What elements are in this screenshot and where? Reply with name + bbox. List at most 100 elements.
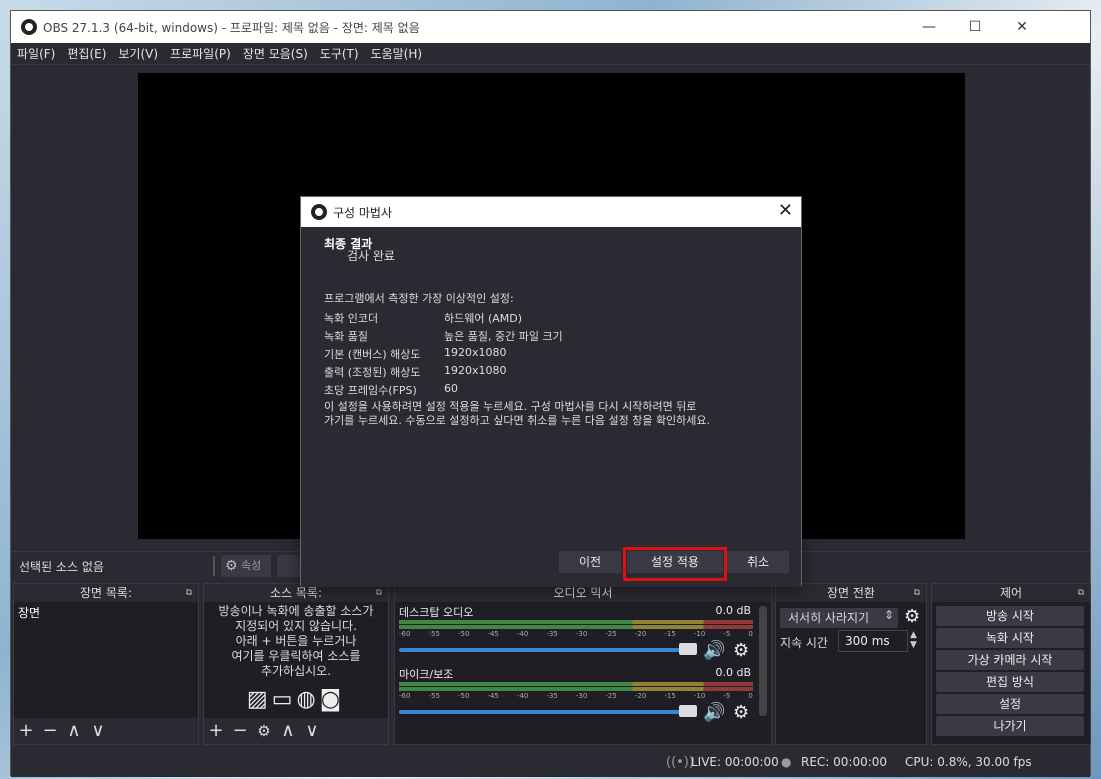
live-icon: ((•)) <box>666 755 694 770</box>
setting-value: 1920x1080 <box>444 364 507 377</box>
gear-icon[interactable]: ⚙ <box>733 640 749 661</box>
add-source-icon[interactable]: + <box>204 718 228 744</box>
scale-tick: 0 <box>748 692 753 700</box>
obs-logo-icon <box>311 204 327 220</box>
empty-line: 아래 + 버튼을 누르거나 <box>235 634 357 648</box>
float-dock-icon[interactable]: ⧉ <box>914 584 920 602</box>
meter-scale: -60 -55 -50 -45 -40 -35 -30 -25 -20 -15 -10 -5 0 <box>399 630 753 638</box>
wizard-note: 이 설정을 사용하려면 설정 적용을 누르세요. 구성 마법사를 다시 시작하려… <box>324 400 784 428</box>
menu-file[interactable]: 파일(F) <box>11 43 61 65</box>
move-down-icon[interactable]: ∨ <box>86 718 110 744</box>
scene-list-item[interactable]: 장면 <box>14 602 198 623</box>
channel-db: 0.0 dB <box>715 666 751 679</box>
speaker-icon[interactable]: 🔊 <box>703 702 725 723</box>
channel-name: 마이크/보조 <box>399 668 454 681</box>
cancel-button[interactable]: 취소 <box>727 551 789 573</box>
note-line: 가기를 누르세요. 수동으로 설정하고 싶다면 취소를 누른 다음 설정 창을 … <box>324 414 711 427</box>
menu-profile[interactable]: 프로파일(P) <box>164 43 237 65</box>
setting-value: 하드웨어 (AMD) <box>444 312 523 325</box>
cpu-status: CPU: 0.8%, 30.00 fps <box>905 755 1032 769</box>
level-meter <box>399 625 753 629</box>
result-subheading: 검사 완료 <box>347 249 395 263</box>
fader-handle[interactable] <box>679 643 697 655</box>
menu-scene-collection[interactable]: 장면 모음(S) <box>237 43 314 65</box>
sources-empty-message: 방송이나 녹화에 송출할 소스가 지정되어 있지 않습니다. 아래 + 버튼을 … <box>204 602 388 679</box>
scale-tick: -60 <box>399 630 411 638</box>
mixer-channel-mic: 마이크/보조 0.0 dB -60 -55 -50 -45 -40 -35 -30 -25 -2… <box>399 666 755 726</box>
gear-icon[interactable]: ⚙ <box>904 606 920 627</box>
scale-tick: -5 <box>723 630 731 638</box>
scale-tick: -40 <box>516 630 529 638</box>
transition-select[interactable]: 서서히 사라지기 <box>780 608 898 628</box>
minimize-window-button[interactable]: — <box>906 11 952 43</box>
add-scene-icon[interactable]: + <box>14 718 38 744</box>
exit-button[interactable]: 나가기 <box>936 716 1084 736</box>
controls-dock-title: 제어 <box>999 586 1023 600</box>
setting-label: 기본 (캔버스) 해상도 <box>324 348 421 361</box>
close-window-button[interactable]: ✕ <box>998 11 1046 43</box>
window-title: OBS 27.1.3 (64-bit, windows) - 프로파일: 제목 … <box>43 21 420 35</box>
note-line: 이 설정을 사용하려면 설정 적용을 누르세요. 구성 마법사를 다시 시작하려… <box>324 400 697 413</box>
setting-row: 초당 프레임수(FPS) 60 <box>324 382 458 398</box>
menu-bar: 파일(F) 편집(E) 보기(V) 프로파일(P) 장면 모음(S) 도구(T) 도움말(H… <box>11 43 1090 65</box>
setting-label: 녹화 인코더 <box>324 312 379 325</box>
scenes-dock-header: 장면 목록: ⧉ <box>14 584 198 602</box>
maximize-window-button[interactable]: ☐ <box>952 11 998 43</box>
setting-label: 초당 프레임수(FPS) <box>324 384 417 397</box>
menu-help[interactable]: 도움말(H) <box>365 43 429 65</box>
rec-icon: ● <box>781 755 792 769</box>
move-down-icon[interactable]: ∨ <box>300 718 324 744</box>
settings-button[interactable]: 설정 <box>936 694 1084 714</box>
scale-tick: -35 <box>546 630 558 638</box>
float-dock-icon[interactable]: ⧉ <box>1078 584 1084 602</box>
mixer-scrollbar[interactable] <box>759 606 767 716</box>
rec-timer: REC: 00:00:00 <box>801 755 888 769</box>
channel-db: 0.0 dB <box>715 604 751 617</box>
volume-fader[interactable] <box>399 710 689 714</box>
move-up-icon[interactable]: ∧ <box>276 718 300 744</box>
speaker-icon[interactable]: 🔊 <box>703 640 725 661</box>
setting-label: 출력 (조정된) 해상도 <box>324 366 421 379</box>
studio-mode-button[interactable]: 편집 방식 <box>936 672 1084 692</box>
dialog-body: 최종 결과 검사 완료 프로그램에서 측정한 가장 이상적인 설정: 녹화 인코… <box>301 227 801 587</box>
menu-edit[interactable]: 편집(E) <box>61 43 112 65</box>
menu-view[interactable]: 보기(V) <box>112 43 164 65</box>
setting-value: 높은 품질, 중간 파일 크기 <box>444 330 563 343</box>
float-dock-icon[interactable]: ⧉ <box>186 584 192 602</box>
gear-icon[interactable]: ⚙ <box>733 702 749 723</box>
fader-handle[interactable] <box>679 705 697 717</box>
scale-tick: -20 <box>634 630 647 638</box>
setting-label: 녹화 품질 <box>324 330 368 343</box>
level-meter <box>399 620 753 624</box>
start-virtual-camera-button[interactable]: 가상 카메라 시작 <box>936 650 1084 670</box>
duration-spinner[interactable]: ▲ ▼ <box>910 630 917 650</box>
properties-button[interactable]: 속성 <box>221 555 271 577</box>
level-meter <box>399 687 753 691</box>
move-up-icon[interactable]: ∧ <box>62 718 86 744</box>
scale-tick: -40 <box>516 692 529 700</box>
scale-tick: -55 <box>428 630 440 638</box>
remove-source-icon[interactable]: − <box>228 718 252 744</box>
start-streaming-button[interactable]: 방송 시작 <box>936 606 1084 626</box>
chevron-updown-icon[interactable]: ⇕ <box>884 608 894 622</box>
duration-input[interactable]: 300 ms <box>838 630 908 652</box>
back-button[interactable]: 이전 <box>559 551 621 573</box>
dialog-title: 구성 마법사 <box>333 206 393 220</box>
scale-tick: -30 <box>575 630 588 638</box>
obs-logo-icon <box>21 19 37 35</box>
close-icon[interactable]: ✕ <box>778 200 793 221</box>
selected-source-label: 선택된 소스 없음 <box>19 560 104 574</box>
volume-fader[interactable] <box>399 648 689 652</box>
menu-tools[interactable]: 도구(T) <box>314 43 365 65</box>
scale-tick: -20 <box>634 692 647 700</box>
scale-tick: -30 <box>575 692 588 700</box>
duration-label: 지속 시간 <box>780 636 828 650</box>
title-bar: OBS 27.1.3 (64-bit, windows) - 프로파일: 제목 … <box>11 11 1090 43</box>
setting-row: 출력 (조정된) 해상도 1920x1080 <box>324 364 507 380</box>
live-timer: LIVE: 00:00:00 <box>691 755 779 769</box>
transitions-dock: 장면 전환 ⧉ 서서히 사라지기 ⇕ ⚙ 지속 시간 300 ms ▲ ▼ <box>775 583 927 745</box>
dialog-title-bar: 구성 마법사 ✕ <box>301 197 801 227</box>
start-recording-button[interactable]: 녹화 시작 <box>936 628 1084 648</box>
remove-scene-icon[interactable]: − <box>38 718 62 744</box>
source-settings-icon[interactable]: ⚙ <box>252 718 276 744</box>
